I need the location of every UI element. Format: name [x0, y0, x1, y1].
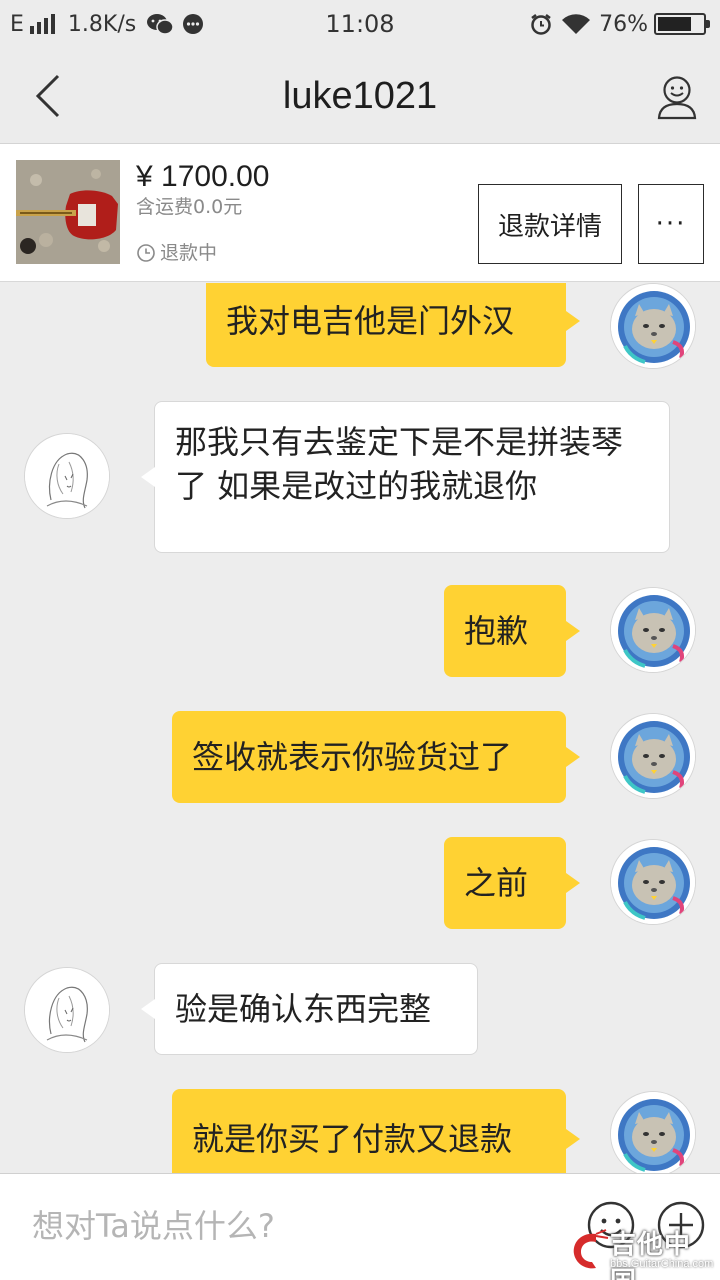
- wifi-icon: [562, 14, 591, 34]
- my-avatar[interactable]: [610, 283, 696, 369]
- chat-messages[interactable]: 我对电吉他是门外汉那我只有去鉴定下是不是拼装琴了 如果是改过的我就退你抱歉签收就…: [0, 283, 720, 1173]
- message-input[interactable]: 想对Ta说点什么?: [32, 1204, 275, 1248]
- refund-status-label: 退款中: [160, 242, 218, 264]
- message-bubble[interactable]: 抱歉: [444, 585, 580, 677]
- alarm-icon: [531, 14, 551, 35]
- contact-avatar[interactable]: [24, 433, 110, 519]
- battery-level: [658, 17, 692, 31]
- shrimp-logo-icon: [573, 1229, 609, 1269]
- my-avatar[interactable]: [610, 713, 696, 799]
- message-bubble[interactable]: 签收就表示你验货过了: [172, 711, 580, 803]
- message-bubble[interactable]: 我对电吉他是门外汉: [206, 283, 580, 367]
- shipping-fee: 含运费0.0元: [136, 196, 243, 218]
- chat-title: luke1021: [282, 75, 438, 117]
- watermark-text: 吉他中国: [610, 1230, 692, 1280]
- battery-percent: 76%: [599, 11, 648, 37]
- my-avatar[interactable]: [610, 839, 696, 925]
- status-right: 76%: [529, 8, 710, 40]
- message-bubble[interactable]: 验是确认东西完整: [141, 963, 478, 1055]
- refund-detail-button[interactable]: 退款详情: [478, 184, 622, 264]
- clock-icon: [137, 244, 155, 262]
- message-bubble[interactable]: 那我只有去鉴定下是不是拼装琴了 如果是改过的我就退你: [141, 401, 670, 553]
- message-bubble[interactable]: 就是你买了付款又退款: [172, 1089, 580, 1173]
- site-watermark: 吉他中国 bbs.GuitarChina.com: [566, 1224, 716, 1280]
- my-avatar[interactable]: [610, 587, 696, 673]
- guitar-image: [16, 160, 120, 264]
- chat-header: luke1021: [0, 48, 720, 144]
- battery-icon: [654, 13, 710, 35]
- contact-avatar[interactable]: [24, 967, 110, 1053]
- watermark-url: bbs.GuitarChina.com: [610, 1258, 714, 1270]
- more-options-button[interactable]: ···: [638, 184, 704, 264]
- product-card[interactable]: ¥ 1700.00 含运费0.0元 退款中 退款详情 ···: [0, 144, 720, 282]
- message-bubble[interactable]: 之前: [444, 837, 580, 929]
- user-icon[interactable]: [656, 74, 698, 120]
- refund-status: 退款中: [136, 240, 217, 266]
- status-bar: E 1.8K/s 11:08 76%: [0, 0, 720, 48]
- product-thumbnail[interactable]: [16, 160, 120, 264]
- my-avatar[interactable]: [610, 1091, 696, 1173]
- product-price: ¥ 1700.00: [136, 160, 270, 193]
